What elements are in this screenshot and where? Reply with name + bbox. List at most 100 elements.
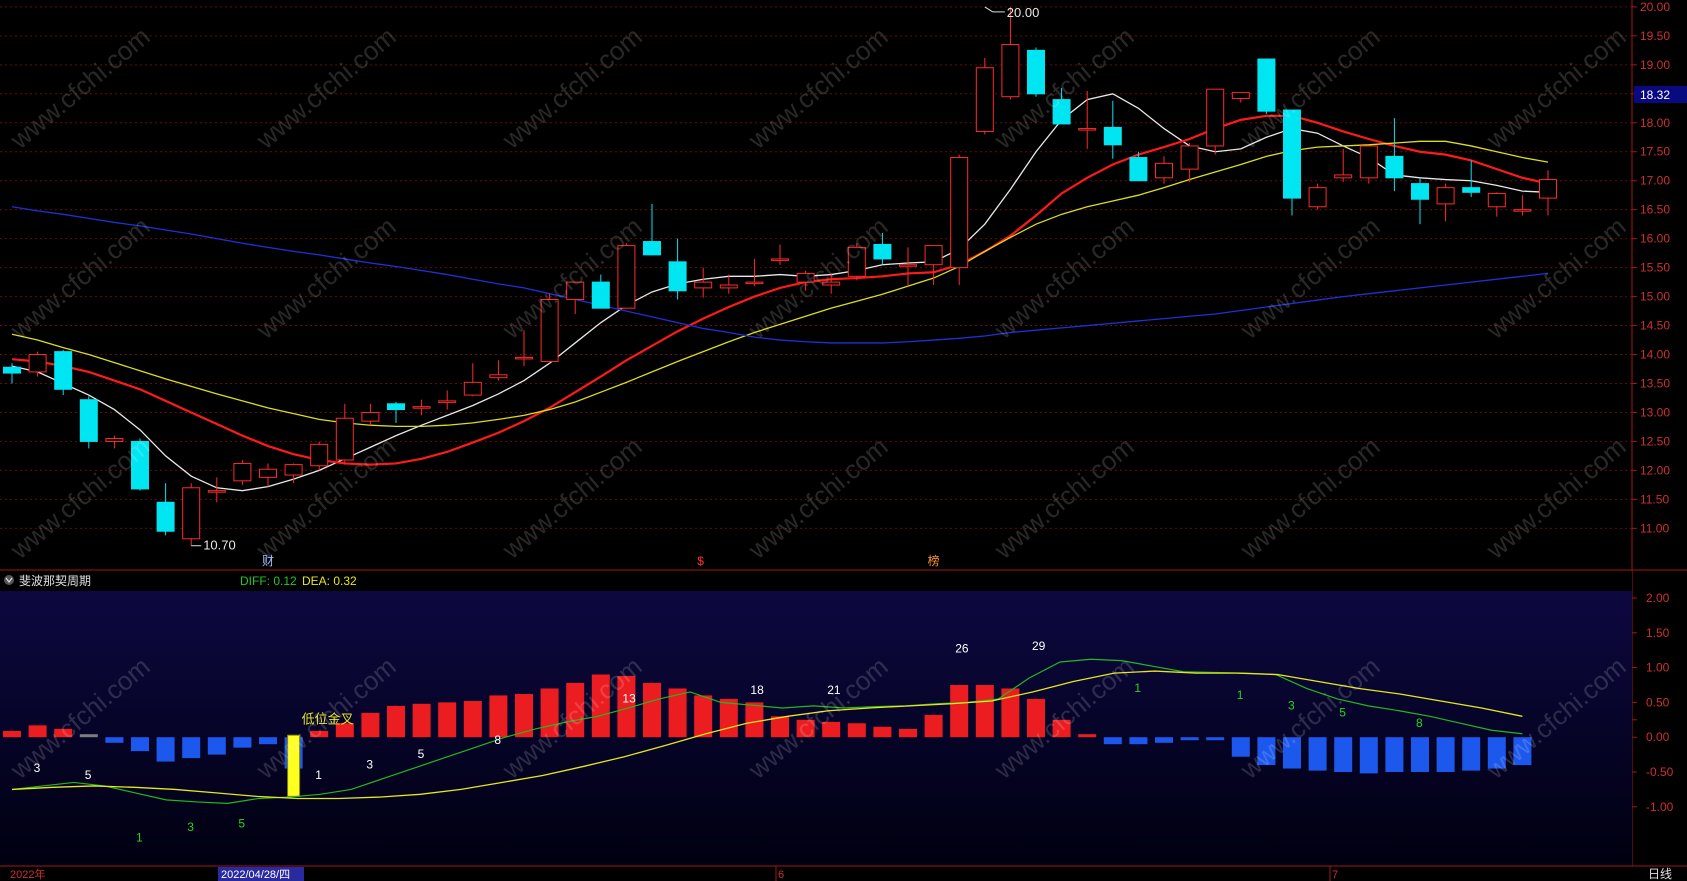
histogram-bar (847, 723, 866, 738)
candle-body (54, 351, 73, 390)
histogram-bar (463, 701, 482, 738)
candle-body (412, 406, 431, 409)
candle-body (1308, 187, 1327, 208)
indicator-tick-label: 0.00 (1646, 730, 1670, 744)
cycle-count-label: 3 (366, 758, 373, 772)
indicator-title: 斐波那契周期 (19, 574, 91, 588)
candle (950, 154, 969, 285)
period-label[interactable]: 日线 (1648, 867, 1672, 881)
cycle-count-label: 5 (418, 747, 425, 761)
candle-body (105, 438, 124, 442)
price-tick-label: 13.00 (1640, 405, 1670, 419)
histogram-bar (1129, 737, 1148, 745)
time-axis: 2022年 2022/04/28/四 6 7 日线 (0, 865, 1687, 881)
histogram-bar (387, 705, 405, 738)
candle-body (924, 245, 943, 266)
candle-body (387, 403, 405, 411)
indicator-header: 斐波那契周期 DIFF: 0.12 DEA: 0.32 (0, 571, 1632, 591)
candle-body (335, 417, 354, 461)
price-tick-label: 15.50 (1640, 261, 1670, 275)
candle-body (1206, 88, 1225, 147)
candle-body (694, 281, 713, 289)
collapse-icon[interactable] (4, 575, 14, 585)
diff-value: DIFF: 0.12 (240, 574, 297, 588)
cycle-count-label: 3 (1288, 698, 1295, 712)
price-tick-label: 14.00 (1640, 348, 1670, 362)
candle-body (1231, 92, 1250, 99)
candle-body (156, 501, 175, 532)
candle (1206, 88, 1225, 155)
histogram-bar (1078, 734, 1097, 738)
histogram-bar (1436, 737, 1455, 773)
candle-body (207, 490, 226, 493)
candle (975, 57, 994, 135)
histogram-bar (719, 698, 738, 738)
candle-body (745, 281, 764, 285)
cycle-count-label: 5 (238, 817, 245, 831)
histogram-bar (1359, 737, 1378, 774)
candle-body (284, 464, 303, 476)
histogram-bar (950, 684, 969, 738)
price-tick-label: 19.00 (1640, 58, 1670, 72)
price-tick-label: 16.00 (1640, 232, 1670, 246)
candle-body (1513, 209, 1532, 212)
price-tick-label: 17.00 (1640, 174, 1670, 188)
indicator-tick-label: -1.00 (1646, 800, 1674, 814)
histogram-bar (1155, 737, 1173, 743)
candle-body (1334, 174, 1353, 179)
candle-body (1001, 44, 1020, 98)
price-tick-label: 12.00 (1640, 463, 1670, 477)
histogram-bar (924, 714, 943, 738)
candle-body (668, 261, 687, 292)
histogram-bar (182, 737, 201, 759)
indicator-tick-label: 0.50 (1646, 695, 1670, 709)
price-tick-label: 14.50 (1640, 319, 1670, 333)
histogram-bar (1206, 737, 1225, 741)
cycle-count-label: 13 (622, 691, 636, 705)
candle-body (182, 487, 201, 540)
candle-body (259, 468, 277, 478)
histogram-bar (899, 728, 917, 738)
event-marker: $ (697, 554, 704, 568)
histogram-bar (1385, 737, 1404, 773)
candle-body (719, 284, 738, 289)
histogram-bar (156, 737, 175, 762)
histogram-bar (873, 726, 892, 738)
dea-value: DEA: 0.32 (302, 574, 357, 588)
histogram-bar (438, 702, 457, 738)
candle-body (1129, 157, 1148, 182)
candle (1308, 183, 1327, 210)
histogram-bar (694, 695, 713, 738)
candle-body (591, 281, 610, 309)
indicator-tick-label: 1.00 (1646, 661, 1670, 675)
price-tick-label: 15.00 (1640, 290, 1670, 304)
cycle-count-label: 8 (1416, 716, 1423, 730)
month-june: 6 (778, 869, 784, 881)
histogram-bar (207, 737, 226, 755)
candle-body (463, 381, 482, 396)
candle-body (1539, 179, 1557, 199)
histogram-bar (489, 695, 508, 738)
stock-chart-canvas: 20.0010.70财$榜 20.0019.5019.0018.5018.001… (0, 0, 1687, 881)
indicator-tick-label: 2.00 (1646, 591, 1670, 605)
candle (79, 396, 98, 449)
histogram-bar (131, 737, 149, 752)
price-tick-label: 11.50 (1640, 492, 1669, 506)
indicator-tick-label: 1.50 (1646, 626, 1670, 640)
cycle-count-label: 3 (187, 820, 194, 834)
cycle-count-label: 1 (1237, 688, 1244, 702)
candle-body (1436, 187, 1455, 205)
histogram-bar (975, 684, 994, 738)
candle-body (515, 356, 533, 360)
histogram-bar (233, 737, 252, 748)
candle-body (438, 400, 457, 403)
candle-body (1078, 128, 1097, 131)
cycle-count-label: 1 (136, 831, 143, 845)
cycle-count-label: 18 (750, 683, 764, 697)
event-marker: 榜 (928, 553, 940, 568)
price-tick-label: 17.50 (1640, 145, 1670, 159)
cycle-count-label: 1 (1134, 681, 1141, 695)
year-label: 2022年 (10, 867, 45, 881)
candle (310, 441, 329, 471)
low-price-label: 10.70 (203, 538, 236, 553)
